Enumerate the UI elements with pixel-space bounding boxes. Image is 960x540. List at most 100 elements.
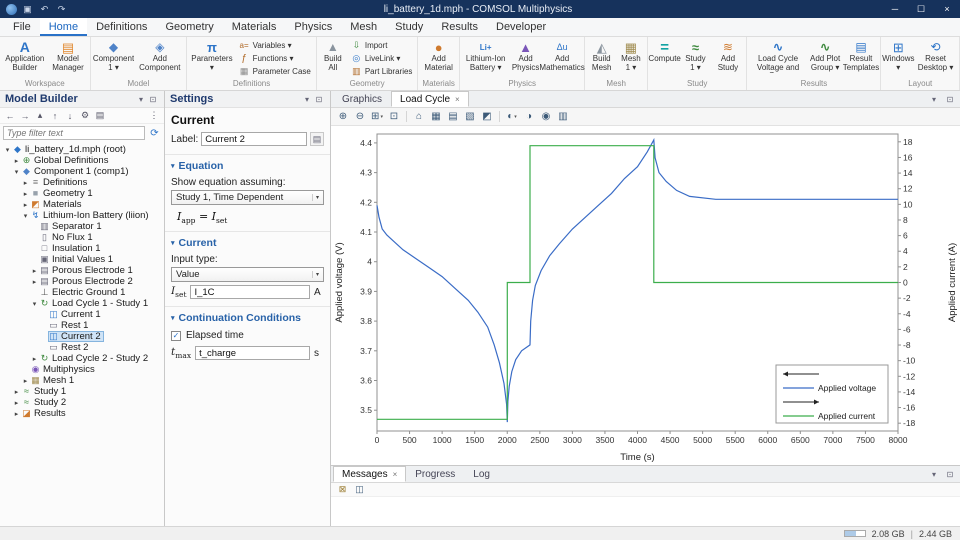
tree-forward-icon[interactable]: → <box>18 109 32 122</box>
component-1-button[interactable]: ◆Component 1 ▾ <box>93 38 135 79</box>
tree-item-global-definitions[interactable]: ▸⊕Global Definitions <box>0 155 164 166</box>
print-icon[interactable]: ▥ <box>555 109 571 124</box>
tree-item-lithium-ion-battery-liion[interactable]: ▾↯Lithium-Ion Battery (liion) <box>0 210 164 221</box>
close-button[interactable]: × <box>934 0 960 18</box>
graphics-tab-load-cycle[interactable]: Load Cycle× <box>391 91 469 107</box>
move-up-icon[interactable]: ↑ <box>48 109 62 122</box>
mesh-1-button[interactable]: ▦Mesh 1 ▾ <box>617 38 645 79</box>
tree-item-electric-ground-1[interactable]: ⊥Electric Ground 1 <box>0 287 164 298</box>
tree-filter-input[interactable] <box>3 126 145 140</box>
toggle-collapsed-icon[interactable]: ▸ <box>30 267 39 275</box>
menu-tab-developer[interactable]: Developer <box>487 18 555 36</box>
toggle-expanded-icon[interactable]: ▾ <box>30 300 39 308</box>
tree-item-insulation-1[interactable]: □Insulation 1 <box>0 243 164 254</box>
compute-button[interactable]: =Compute <box>650 38 679 79</box>
model-manager-button[interactable]: ▤Model Manager <box>49 38 88 79</box>
redo-icon[interactable]: ↷ <box>55 4 68 15</box>
panel-menu-icon[interactable]: ▾ <box>135 95 147 104</box>
menu-tab-materials[interactable]: Materials <box>223 18 286 36</box>
add-physics-button[interactable]: ▲Add Physics <box>511 38 541 79</box>
tree-item-component-1-comp1[interactable]: ▾◆Component 1 (comp1) <box>0 166 164 177</box>
variables-button[interactable]: a=Variables ▾ <box>236 39 314 52</box>
snapshot-icon[interactable]: ◉ <box>538 109 554 124</box>
show-axes-icon[interactable]: ▤ <box>445 109 461 124</box>
graphics-tab-graphics[interactable]: Graphics <box>333 91 391 107</box>
tree-item-current-1[interactable]: ◫Current 1 <box>0 309 164 320</box>
zoom-extents-icon[interactable]: ⊡ <box>386 109 402 124</box>
tree-back-icon[interactable]: ← <box>3 109 17 122</box>
study-assumption-select[interactable]: Study 1, Time Dependent ▾ <box>171 190 324 205</box>
toggle-collapsed-icon[interactable]: ▸ <box>21 201 30 209</box>
zoom-out-icon[interactable]: ⊖ <box>352 109 368 124</box>
toggle-expanded-icon[interactable]: ▾ <box>21 212 30 220</box>
tree-item-load-cycle-1-study-1[interactable]: ▾↻Load Cycle 1 - Study 1 <box>0 298 164 309</box>
tree-item-current-2[interactable]: ◫Current 2 <box>0 331 164 342</box>
tree-item-porous-electrode-1[interactable]: ▸▤Porous Electrode 1 <box>0 265 164 276</box>
chart-canvas[interactable]: 0500100015002000250030003500400045005000… <box>331 126 960 465</box>
float-panel-icon[interactable]: ⊡ <box>147 95 159 104</box>
toggle-collapsed-icon[interactable]: ▸ <box>30 278 39 286</box>
result-templates-button[interactable]: ▤Result Templates <box>844 38 879 79</box>
toggle-collapsed-icon[interactable]: ▸ <box>21 179 30 187</box>
copy-icon[interactable]: ◫ <box>353 484 366 495</box>
label-options-icon[interactable]: ▤ <box>310 132 324 146</box>
section-continuation-header[interactable]: ▾ Continuation Conditions <box>165 306 330 326</box>
panel-menu-icon[interactable]: ▾ <box>928 470 940 479</box>
label-input[interactable] <box>201 132 307 146</box>
windows-button[interactable]: ⊞Windows ▾ <box>883 38 913 79</box>
livelink-button[interactable]: ◎LiveLink ▾ <box>348 52 416 65</box>
show-grid-icon[interactable]: ▦ <box>428 109 444 124</box>
zoom-box-icon[interactable]: ⊞▾ <box>369 109 385 124</box>
toggle-expanded-icon[interactable]: ▾ <box>12 168 21 176</box>
toggle-collapsed-icon[interactable]: ▸ <box>12 410 21 418</box>
messages-tab-log[interactable]: Log <box>464 466 499 482</box>
toggle-collapsed-icon[interactable]: ▸ <box>12 388 21 396</box>
tree-item-load-cycle-2-study-2[interactable]: ▸↻Load Cycle 2 - Study 2 <box>0 353 164 364</box>
tree-item-multiphysics[interactable]: ◉Multiphysics <box>0 364 164 375</box>
import-button[interactable]: ⇩Import <box>348 39 416 52</box>
tree-item-geometry-1[interactable]: ▸■Geometry 1 <box>0 188 164 199</box>
move-down-icon[interactable]: ↓ <box>63 109 77 122</box>
tree-item-materials[interactable]: ▸◩Materials <box>0 199 164 210</box>
tree-item-initial-values-1[interactable]: ▣Initial Values 1 <box>0 254 164 265</box>
section-current-header[interactable]: ▾ Current <box>165 231 330 251</box>
zoom-in-icon[interactable]: ⊕ <box>335 109 351 124</box>
lithium-ion-battery-button[interactable]: Li+Lithium-Ion Battery ▾ <box>462 38 510 79</box>
tree-item-results[interactable]: ▸◪Results <box>0 408 164 419</box>
tree-item-li-battery-1d-mph-root[interactable]: ▾◆li_battery_1d.mph (root) <box>0 144 164 155</box>
build-all-button[interactable]: ▲Build All <box>319 38 347 79</box>
part-libraries-button[interactable]: ▥Part Libraries <box>348 65 416 78</box>
tree-item-rest-1[interactable]: ▭Rest 1 <box>0 320 164 331</box>
save-icon[interactable]: ▣ <box>21 4 34 15</box>
toggle-collapsed-icon[interactable]: ▸ <box>30 355 39 363</box>
menu-tab-study[interactable]: Study <box>386 18 432 36</box>
undo-icon[interactable]: ↶ <box>38 4 51 15</box>
color-theme-icon[interactable]: ◐▾ <box>504 109 520 124</box>
tree-item-separator-1[interactable]: ▥Separator 1 <box>0 221 164 232</box>
scene-light-icon[interactable]: ◑ <box>521 109 537 124</box>
float-panel-icon[interactable]: ⊡ <box>313 95 325 104</box>
add-mathematics-button[interactable]: ΔuAdd Mathematics <box>542 38 583 79</box>
menu-tab-geometry[interactable]: Geometry <box>156 18 222 36</box>
add-plot-group-button[interactable]: ∿Add Plot Group ▾ <box>808 38 843 79</box>
messages-tab-progress[interactable]: Progress <box>406 466 464 482</box>
messages-tab-messages[interactable]: Messages× <box>333 466 406 482</box>
tree-item-definitions[interactable]: ▸≡Definitions <box>0 177 164 188</box>
menu-tab-definitions[interactable]: Definitions <box>87 18 156 36</box>
more-options-icon[interactable]: ⋮ <box>147 109 161 122</box>
functions-button[interactable]: ƒFunctions ▾ <box>236 52 314 65</box>
toggle-expanded-icon[interactable]: ▾ <box>3 146 12 154</box>
tmax-input[interactable] <box>195 346 310 360</box>
reset-desktop-button[interactable]: ⟲Reset Desktop ▾ <box>914 38 957 79</box>
view-options-icon[interactable]: ▤ <box>93 109 107 122</box>
maximize-button[interactable]: ☐ <box>908 0 934 18</box>
float-panel-icon[interactable]: ⊡ <box>944 95 956 104</box>
add-component-button[interactable]: ◈Add Component ▾ <box>135 38 184 79</box>
parameter-case-button[interactable]: ▦Parameter Case <box>236 65 314 78</box>
collapse-all-icon[interactable]: ▴ <box>33 109 47 122</box>
default-view-icon[interactable]: ⌂ <box>411 109 427 124</box>
refresh-icon[interactable]: ⟳ <box>148 128 161 139</box>
menu-tab-file[interactable]: File <box>4 18 40 36</box>
tree-item-porous-electrode-2[interactable]: ▸▤Porous Electrode 2 <box>0 276 164 287</box>
toggle-collapsed-icon[interactable]: ▸ <box>21 377 30 385</box>
